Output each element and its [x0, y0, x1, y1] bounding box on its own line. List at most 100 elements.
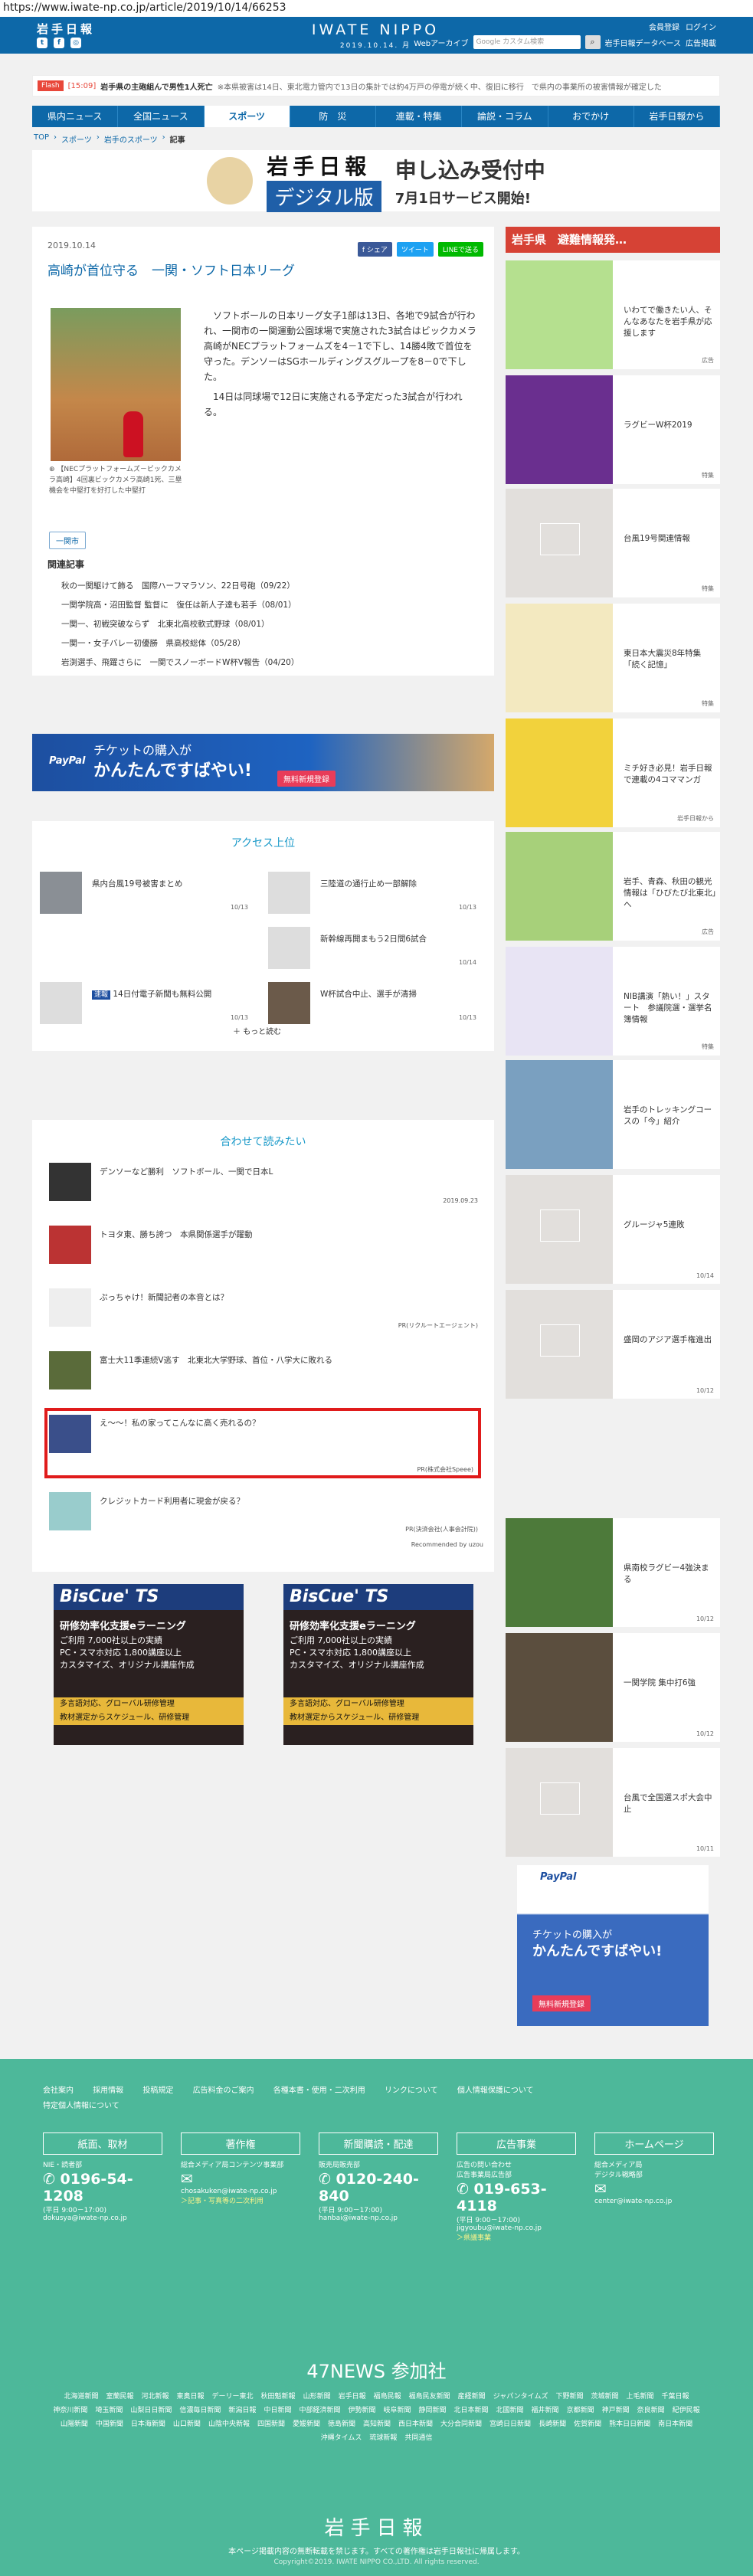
- register-link[interactable]: 会員登録: [649, 21, 679, 32]
- n47-member-link[interactable]: 沖縄タイムス: [321, 2434, 362, 2442]
- reco-item[interactable]: トヨタ東、勝ち誇つ 本県関係選手が躍動: [49, 1219, 478, 1270]
- n47-member-link[interactable]: 北海道新聞: [64, 2393, 98, 2401]
- evacuation-banner[interactable]: 岩手県 避難情報発…: [506, 227, 720, 253]
- flash-news[interactable]: Flash [15:09] 岩手県の主砲組んで男性1人死亡 ※本県被害は14日、…: [32, 75, 720, 97]
- n47-member-link[interactable]: 中部経済新聞: [299, 2407, 340, 2414]
- flash-headline[interactable]: 岩手県の主砲組んで男性1人死亡: [100, 80, 212, 92]
- n47-member-link[interactable]: 神奈川新聞: [53, 2407, 87, 2414]
- related-item[interactable]: 岩渕選手、飛躍さらに 一関でスノーボードW杯V報告（04/20）: [47, 653, 476, 673]
- reco-item[interactable]: 富士大11季連続V逃す 北東北大学野球、首位・八学大に敗れる: [49, 1345, 478, 1396]
- n47-member-link[interactable]: 岐阜新聞: [383, 2407, 411, 2414]
- tag-button[interactable]: 一関市: [49, 532, 86, 549]
- n47-member-link[interactable]: デーリー東北: [212, 2393, 254, 2401]
- side-item[interactable]: 盛岡のアジア選手権進出 10/12: [506, 1290, 720, 1399]
- line-share-button[interactable]: LINEで送る: [437, 242, 483, 257]
- n47-member-link[interactable]: 福井新聞: [532, 2407, 559, 2414]
- n47-member-link[interactable]: 愛媛新聞: [293, 2421, 320, 2428]
- n47-member-link[interactable]: 茨城新聞: [591, 2393, 618, 2401]
- n47-member-link[interactable]: 熊本日日新聞: [609, 2421, 650, 2428]
- site-logo[interactable]: 岩手日報: [37, 21, 95, 37]
- facebook-icon[interactable]: f: [54, 38, 64, 48]
- contact-email[interactable]: hanbai@iwate-np.co.jp: [319, 2214, 438, 2222]
- archive-link[interactable]: Webアーカイブ: [414, 37, 468, 48]
- article-photo[interactable]: [51, 308, 181, 461]
- side-item[interactable]: NIB講演「熱い！」スタート 参議院選・選挙名簿情報 特集: [506, 947, 720, 1056]
- paypal-banner[interactable]: PayPal チケットの購入が かんたんですばやい! 無料新規登録: [32, 734, 494, 791]
- side-item[interactable]: ラグビーW杯2019 特集: [506, 375, 720, 484]
- nav-columns[interactable]: 論説・コラム: [462, 106, 548, 127]
- footer-link[interactable]: 広告料金のご案内: [193, 2087, 254, 2095]
- nav-sports[interactable]: スポーツ: [204, 106, 290, 127]
- n47-member-link[interactable]: 室蘭民報: [106, 2393, 133, 2401]
- reco-item[interactable]: クレジットカード利用者に現金が戻る？ PR(決済会社(人事会計院)): [49, 1486, 478, 1537]
- paypal-register-button[interactable]: 無料新規登録: [532, 1995, 591, 2011]
- n47-member-link[interactable]: 長崎新聞: [539, 2421, 566, 2428]
- side-item[interactable]: 県南校ラグビー4強決まる 10/12: [506, 1518, 720, 1627]
- n47-member-link[interactable]: 琉球新報: [369, 2434, 397, 2442]
- instagram-icon[interactable]: ◎: [70, 38, 81, 48]
- biscue-ad[interactable]: BisCue' TS 研修効率化支援eラーニング ご利用 7,000社以上の実績…: [54, 1584, 244, 1745]
- n47-member-link[interactable]: 紀伊民報: [673, 2407, 700, 2414]
- nav-features[interactable]: 連載・特集: [376, 106, 463, 127]
- ranking-item[interactable]: W杯試合中止、選手が清掃 10/13: [260, 982, 483, 1024]
- side-item[interactable]: 岩手のトレッキングコースの「今」紹介: [506, 1060, 720, 1169]
- nav-national[interactable]: 全国ニュース: [118, 106, 205, 127]
- side-item[interactable]: 岩手、青森、秋田の観光情報は「ひびたび北東北」へ 広告: [506, 832, 720, 941]
- reco-item-highlighted[interactable]: え〜〜！私の家ってこんなに高く売れるの？ PR(株式会社Speee): [44, 1408, 481, 1478]
- n47-member-link[interactable]: ジャパンタイムズ: [493, 2393, 548, 2401]
- breadcrumb-sports[interactable]: スポーツ: [61, 133, 92, 145]
- paypal-side-ad[interactable]: PayPal チケットの購入が かんたんですばやい! 無料新規登録: [517, 1865, 709, 2026]
- facebook-share-button[interactable]: f シェア: [357, 242, 392, 257]
- related-item[interactable]: 一関一、初戦突破ならず 北東北高校軟式野球（08/01）: [47, 615, 476, 634]
- n47-member-link[interactable]: 河北新報: [142, 2393, 169, 2401]
- side-item[interactable]: ミチ好き必見！岩手日報で連載の4コママンガ 岩手日報から: [506, 718, 720, 827]
- n47-member-link[interactable]: 中国新聞: [96, 2421, 123, 2428]
- nav-disaster[interactable]: 防 災: [290, 106, 376, 127]
- nav-from-iwate[interactable]: 岩手日報から: [634, 106, 720, 127]
- search-button[interactable]: ⌕: [584, 35, 601, 49]
- ranking-item[interactable]: 県内台風19号被害まとめ 10/13: [32, 872, 254, 914]
- n47-member-link[interactable]: 下野新聞: [555, 2393, 583, 2401]
- n47-member-link[interactable]: 高知新聞: [363, 2421, 391, 2428]
- contact-phone[interactable]: ✆ 0196-54-1208: [43, 2171, 162, 2204]
- n47-member-link[interactable]: 山陽新聞: [61, 2421, 88, 2428]
- n47-member-link[interactable]: 共同通信: [404, 2434, 432, 2442]
- n47-member-link[interactable]: 佐賀新聞: [574, 2421, 601, 2428]
- footer-link[interactable]: 個人情報保護について: [457, 2087, 534, 2095]
- side-item[interactable]: 台風で全国選スポ大会中止 10/11: [506, 1748, 720, 1857]
- n47-member-link[interactable]: 福島民友新聞: [409, 2393, 450, 2401]
- n47-member-link[interactable]: 西日本新聞: [398, 2421, 433, 2428]
- contact-link[interactable]: ＞記事・写真等の二次利用: [181, 2195, 300, 2205]
- n47-member-link[interactable]: 徳島新聞: [328, 2421, 355, 2428]
- reco-item[interactable]: ぷっちゃけ！新聞記者の本音とは？ PR(リクルートエージェント): [49, 1282, 478, 1333]
- n47-member-link[interactable]: 上毛新聞: [627, 2393, 654, 2401]
- n47-member-link[interactable]: 南日本新聞: [658, 2421, 692, 2428]
- n47-member-link[interactable]: 東奥日報: [177, 2393, 205, 2401]
- n47-member-link[interactable]: 山口新聞: [173, 2421, 201, 2428]
- footer-link[interactable]: 特定個人情報について: [43, 2102, 119, 2110]
- n47-member-link[interactable]: 埼玉新聞: [95, 2407, 123, 2414]
- n47-member-link[interactable]: 北國新聞: [496, 2407, 524, 2414]
- n47-member-link[interactable]: 千葉日報: [662, 2393, 689, 2401]
- nav-local[interactable]: 県内ニュース: [32, 106, 119, 127]
- more-button[interactable]: ＋ もっと読む: [233, 1025, 281, 1036]
- footer-link[interactable]: 各種本書・使用・二次利用: [273, 2087, 365, 2095]
- side-item[interactable]: 台風19号関連情報 特集: [506, 489, 720, 597]
- side-item[interactable]: 東日本大震災8年特集「続く記憶」 特集: [506, 604, 720, 712]
- biscue-ad[interactable]: BisCue' TS 研修効率化支援eラーニング ご利用 7,000社以上の実績…: [283, 1584, 473, 1745]
- n47-member-link[interactable]: 静岡新聞: [419, 2407, 447, 2414]
- digital-banner[interactable]: 岩手日報 デジタル版 申し込み受付中 7月1日サービス開始!: [32, 150, 720, 212]
- n47-member-link[interactable]: 新潟日報: [228, 2407, 256, 2414]
- n47-member-link[interactable]: 福島民報: [374, 2393, 401, 2401]
- n47-member-link[interactable]: 京都新聞: [567, 2407, 594, 2414]
- n47-member-link[interactable]: 山梨日日新聞: [130, 2407, 172, 2414]
- related-item[interactable]: 一関学院高・沼田監督 監督に 復任は新人子達も若手（08/01）: [47, 596, 476, 615]
- n47-member-link[interactable]: 中日新聞: [264, 2407, 291, 2414]
- contact-email[interactable]: jigyoubu@iwate-np.co.jp: [457, 2224, 576, 2232]
- contact-email[interactable]: center@iwate-np.co.jp: [594, 2198, 714, 2205]
- contact-link[interactable]: ＞県議事業: [457, 2232, 576, 2242]
- n47-member-link[interactable]: 山陰中央新報: [208, 2421, 250, 2428]
- reco-item[interactable]: デンソーなど勝利 ソフトボール、一関で日本L 2019.09.23: [49, 1157, 478, 1207]
- contact-phone[interactable]: ✆ 0120-240-840: [319, 2171, 438, 2204]
- breadcrumb-top[interactable]: TOP: [34, 133, 49, 145]
